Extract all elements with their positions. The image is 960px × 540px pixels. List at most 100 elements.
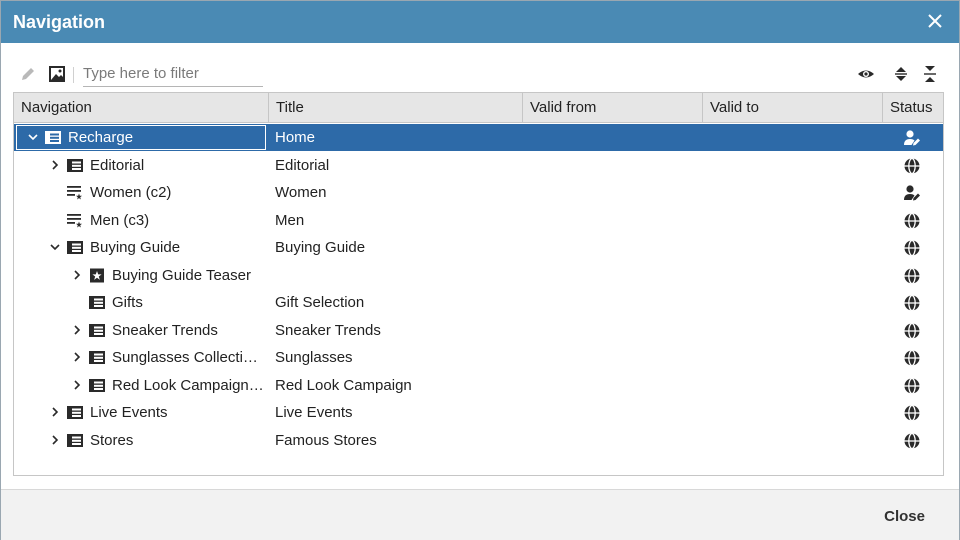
row-valid-to: [710, 372, 880, 399]
tree-row[interactable]: Buying Guide Buying Guide: [14, 234, 943, 261]
user-edit-icon: [904, 185, 920, 201]
globe-icon: [904, 157, 920, 174]
row-valid-from: [530, 317, 700, 344]
dialog-footer: Close: [1, 489, 959, 540]
row-navigation-label: Stores: [90, 431, 134, 449]
page-icon: [89, 323, 105, 337]
page-icon: [89, 378, 105, 392]
globe-icon: [904, 267, 920, 284]
close-icon[interactable]: [925, 11, 945, 31]
page-icon: [67, 406, 83, 419]
column-header-valid-to[interactable]: Valid to: [703, 93, 883, 123]
globe-icon: [904, 212, 920, 229]
row-title: Red Look Campaign: [275, 376, 412, 394]
expand-all-icon[interactable]: [892, 65, 910, 83]
row-title: [275, 262, 520, 289]
chevron-right-icon[interactable]: [49, 434, 61, 446]
list-star-icon: [67, 213, 82, 227]
chevron-down-icon[interactable]: [49, 241, 61, 253]
picture-icon[interactable]: [48, 65, 66, 83]
globe-icon: [904, 322, 920, 339]
row-valid-to: [710, 234, 880, 261]
tree-row[interactable]: Buying Guide Teaser: [14, 262, 943, 289]
row-title: Women: [275, 184, 327, 201]
tree-row[interactable]: Gifts Gift Selection: [14, 289, 943, 316]
tree-row[interactable]: Men (c3) Men: [14, 207, 943, 234]
row-valid-to: [710, 399, 880, 426]
row-title: Live Events: [275, 404, 353, 421]
column-header-valid-from[interactable]: Valid from: [523, 93, 703, 123]
tree-row[interactable]: Red Look Campaign… Red Look Campaign: [14, 372, 943, 399]
row-valid-from: [530, 152, 700, 179]
column-header-title[interactable]: Title: [269, 93, 523, 123]
column-header-status[interactable]: Status: [883, 93, 943, 123]
tree-row[interactable]: Sneaker Trends Sneaker Trends: [14, 317, 943, 344]
globe-icon: [904, 239, 920, 257]
row-title: Editorial: [275, 156, 330, 174]
collapse-all-icon[interactable]: [921, 65, 939, 83]
chevron-right-icon[interactable]: [71, 351, 83, 363]
chevron-right-icon[interactable]: [49, 159, 61, 171]
tree-row[interactable]: Stores Famous Stores: [14, 427, 943, 454]
row-valid-from: [530, 179, 700, 206]
dialog-titlebar: Navigation: [1, 1, 959, 43]
chevron-right-icon[interactable]: [49, 406, 61, 418]
chevron-down-icon[interactable]: [27, 131, 39, 143]
globe-icon: [904, 377, 920, 394]
globe-icon: [904, 404, 920, 422]
row-navigation-label: Buying Guide: [90, 239, 181, 256]
page-icon: [45, 131, 61, 144]
row-navigation-label: Editorial: [90, 156, 145, 174]
page-icon: [89, 296, 105, 309]
row-valid-from: [530, 207, 700, 234]
user-edit-icon: [904, 130, 920, 146]
row-title: Sunglasses: [275, 349, 353, 366]
row-title: Gift Selection: [275, 294, 365, 311]
globe-icon: [904, 349, 920, 367]
row-valid-to: [710, 427, 880, 454]
teaser-icon: [90, 268, 104, 282]
row-valid-from: [530, 234, 700, 261]
row-navigation-label: Sunglasses Collecti…: [112, 349, 258, 366]
tree-row[interactable]: Live Events Live Events: [14, 399, 943, 426]
globe-icon: [904, 432, 920, 449]
close-button[interactable]: Close: [884, 508, 925, 525]
page-icon: [67, 433, 83, 447]
row-valid-to: [710, 152, 880, 179]
row-navigation-label: Recharge: [68, 129, 134, 146]
row-valid-to: [710, 344, 880, 371]
tree-row[interactable]: Editorial Editorial: [14, 152, 943, 179]
grid-header: Navigation Title Valid from Valid to Sta…: [14, 93, 943, 123]
row-valid-from: [530, 344, 700, 371]
page-icon: [89, 351, 105, 364]
row-valid-from: [530, 262, 700, 289]
row-valid-to: [710, 289, 880, 316]
dialog-title: Navigation: [13, 11, 106, 32]
row-valid-from: [530, 427, 700, 454]
chevron-right-icon[interactable]: [71, 269, 83, 281]
tree-row[interactable]: Sunglasses Collecti… Sunglasses: [14, 344, 943, 371]
row-navigation-label: Live Events: [90, 404, 168, 421]
row-navigation-label: Gifts: [112, 294, 143, 311]
row-title: Sneaker Trends: [275, 321, 381, 339]
chevron-right-icon[interactable]: [71, 379, 83, 391]
tree-row[interactable]: Recharge Home: [14, 124, 943, 151]
row-navigation-label: Men (c3): [90, 211, 150, 229]
filter-input[interactable]: [83, 61, 263, 87]
page-icon: [67, 158, 83, 172]
row-title: Men: [275, 211, 305, 229]
row-valid-to: [710, 262, 880, 289]
chevron-right-icon[interactable]: [71, 324, 83, 336]
column-header-navigation[interactable]: Navigation: [14, 93, 269, 123]
row-navigation-label: Red Look Campaign…: [112, 376, 264, 394]
row-navigation-label: Women (c2): [90, 184, 172, 201]
row-navigation-label: Sneaker Trends: [112, 321, 218, 339]
pencil-icon[interactable]: [19, 65, 37, 83]
page-icon: [67, 241, 83, 254]
tree-row[interactable]: Women (c2) Women: [14, 179, 943, 206]
row-valid-to: [710, 124, 880, 151]
eye-icon[interactable]: [857, 65, 875, 83]
row-valid-from: [530, 399, 700, 426]
navigation-tree-grid: Navigation Title Valid from Valid to Sta…: [13, 92, 944, 476]
row-title: Buying Guide: [275, 239, 366, 256]
